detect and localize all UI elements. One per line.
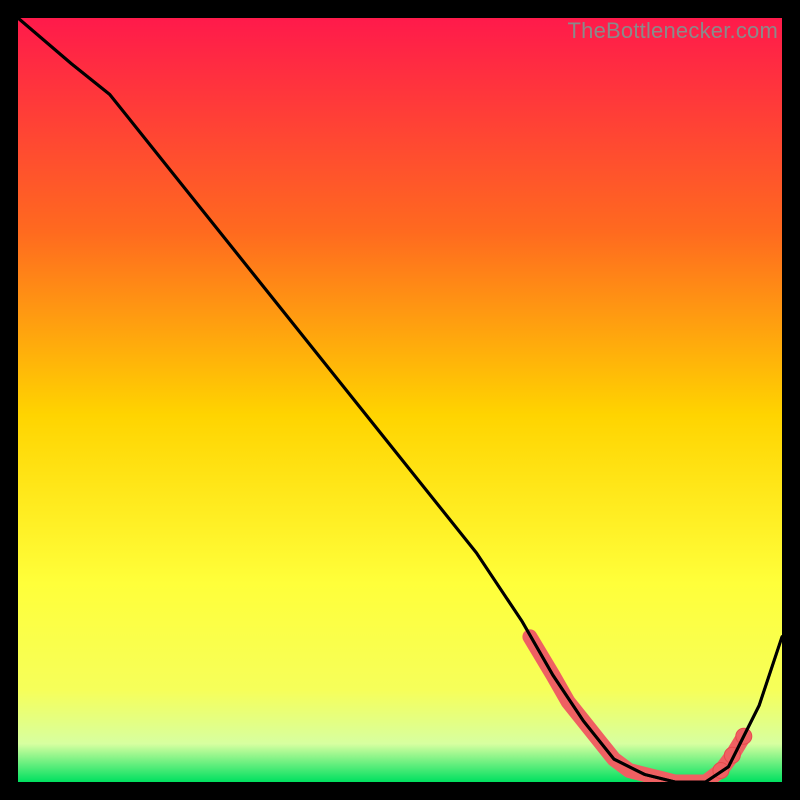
marker-sausage — [530, 637, 744, 782]
marker-group — [530, 637, 752, 782]
chart-overlay — [18, 18, 782, 782]
bottleneck-curve — [18, 18, 782, 782]
outer-frame: TheBottlenecker.com — [0, 0, 800, 800]
bottleneck-curve-top — [18, 18, 782, 782]
plot-area: TheBottlenecker.com — [18, 18, 782, 782]
watermark-text: TheBottlenecker.com — [568, 18, 778, 44]
